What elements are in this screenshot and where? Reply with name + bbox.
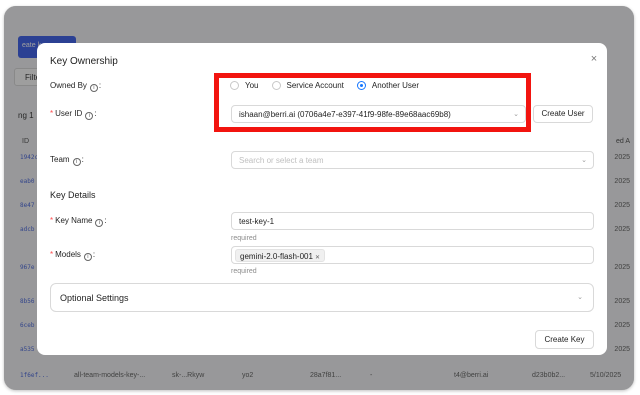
key-name-text: Key Name (55, 216, 93, 225)
info-icon: i (95, 219, 104, 227)
chevron-down-icon: ⌄ (581, 157, 587, 164)
create-key-button[interactable]: Create Key (535, 330, 594, 349)
team-placeholder: Search or select a team (239, 156, 324, 165)
required-asterisk: * (50, 109, 54, 118)
models-select[interactable]: gemini-2.0-flash-001 ✕ (231, 246, 594, 264)
models-label: * Models i: (50, 250, 96, 261)
chevron-down-icon: ⌄ (577, 294, 583, 301)
info-icon: i (85, 112, 94, 120)
highlight-box (214, 73, 531, 132)
user-id-label: * User ID i: (50, 109, 97, 120)
close-icon[interactable]: ✕ (315, 255, 320, 261)
models-text: Models (55, 250, 81, 259)
optional-settings-label: Optional Settings (60, 293, 129, 303)
optional-settings-panel[interactable]: Optional Settings ⌄ (50, 283, 594, 312)
key-name-input[interactable]: test-key-1 (231, 212, 594, 230)
model-tag-label: gemini-2.0-flash-001 (240, 252, 313, 261)
model-tag: gemini-2.0-flash-001 ✕ (235, 249, 325, 262)
user-id-text: User ID (55, 109, 83, 118)
required-asterisk: * (50, 216, 54, 225)
team-label: Team i: (50, 155, 84, 166)
key-name-hint: required (231, 235, 257, 242)
info-icon: i (83, 253, 92, 261)
info-icon: i (72, 158, 81, 166)
owned-by-text: Owned By (50, 81, 87, 90)
modal-title: Key Ownership (50, 56, 118, 67)
info-icon: i (89, 84, 98, 92)
owned-by-label: Owned By i: (50, 81, 102, 92)
required-asterisk: * (50, 250, 54, 259)
create-user-button[interactable]: Create User (533, 105, 593, 123)
key-name-label: * Key Name i: (50, 216, 107, 227)
team-text: Team (50, 155, 70, 164)
models-hint: required (231, 268, 257, 275)
key-details-heading: Key Details (50, 190, 96, 200)
team-select[interactable]: Search or select a team ⌄ (231, 151, 594, 169)
key-name-value: test-key-1 (239, 217, 275, 226)
close-icon[interactable]: × (588, 53, 600, 65)
